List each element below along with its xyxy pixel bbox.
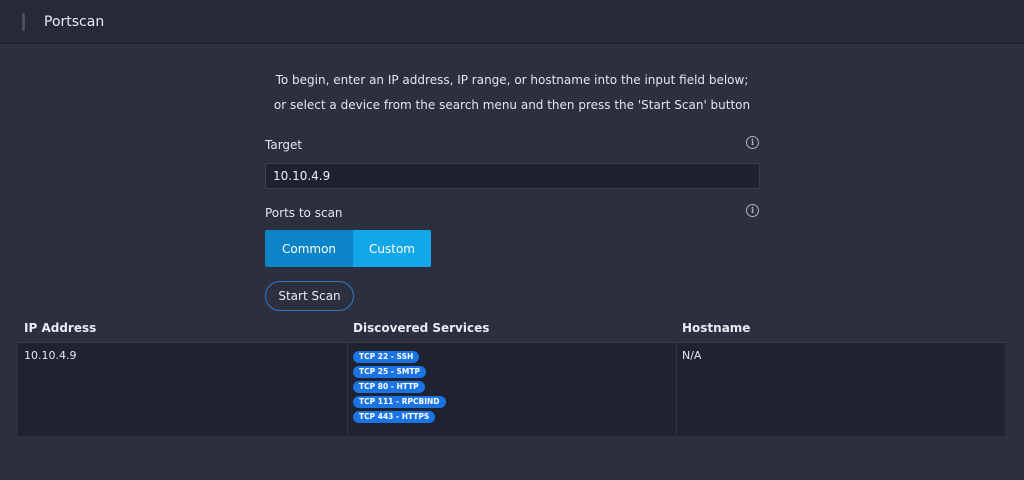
ports-common-button[interactable]: Common: [265, 230, 353, 267]
ports-custom-button[interactable]: Custom: [353, 230, 431, 267]
service-badge: TCP 443 - HTTPS: [353, 411, 436, 423]
cell-discovered-services: TCP 22 - SSH TCP 25 - SMTP TCP 80 - HTTP…: [353, 351, 446, 426]
intro-line-1: To begin, enter an IP address, IP range,…: [275, 73, 749, 87]
table-row: 10.10.4.9 TCP 22 - SSH TCP 25 - SMTP TCP…: [18, 342, 1005, 437]
column-divider: [347, 343, 348, 437]
cell-ip-address: 10.10.4.9: [24, 349, 77, 362]
ports-info-icon[interactable]: i: [746, 204, 759, 217]
column-header-hostname: Hostname: [682, 321, 751, 335]
target-input[interactable]: [265, 163, 760, 189]
start-scan-button[interactable]: Start Scan: [265, 281, 354, 311]
header-accent-bar: [22, 13, 25, 31]
ports-label: Ports to scan: [265, 206, 343, 220]
page-title: Portscan: [44, 14, 105, 30]
target-info-icon[interactable]: i: [746, 136, 759, 149]
service-badge: TCP 80 - HTTP: [353, 381, 425, 393]
page-header: Portscan: [0, 0, 1024, 44]
column-header-services: Discovered Services: [353, 321, 490, 335]
service-badge: TCP 111 - RPCBIND: [353, 396, 446, 408]
column-header-ip: IP Address: [24, 321, 97, 335]
intro-text: To begin, enter an IP address, IP range,…: [0, 68, 1024, 118]
cell-hostname: N/A: [682, 349, 702, 362]
target-label: Target: [265, 138, 303, 152]
service-badge: TCP 22 - SSH: [353, 351, 420, 363]
service-badge: TCP 25 - SMTP: [353, 366, 426, 378]
intro-line-2: or select a device from the search menu …: [273, 98, 751, 112]
ports-toggle: Common Custom: [265, 230, 431, 267]
column-divider: [676, 343, 677, 437]
